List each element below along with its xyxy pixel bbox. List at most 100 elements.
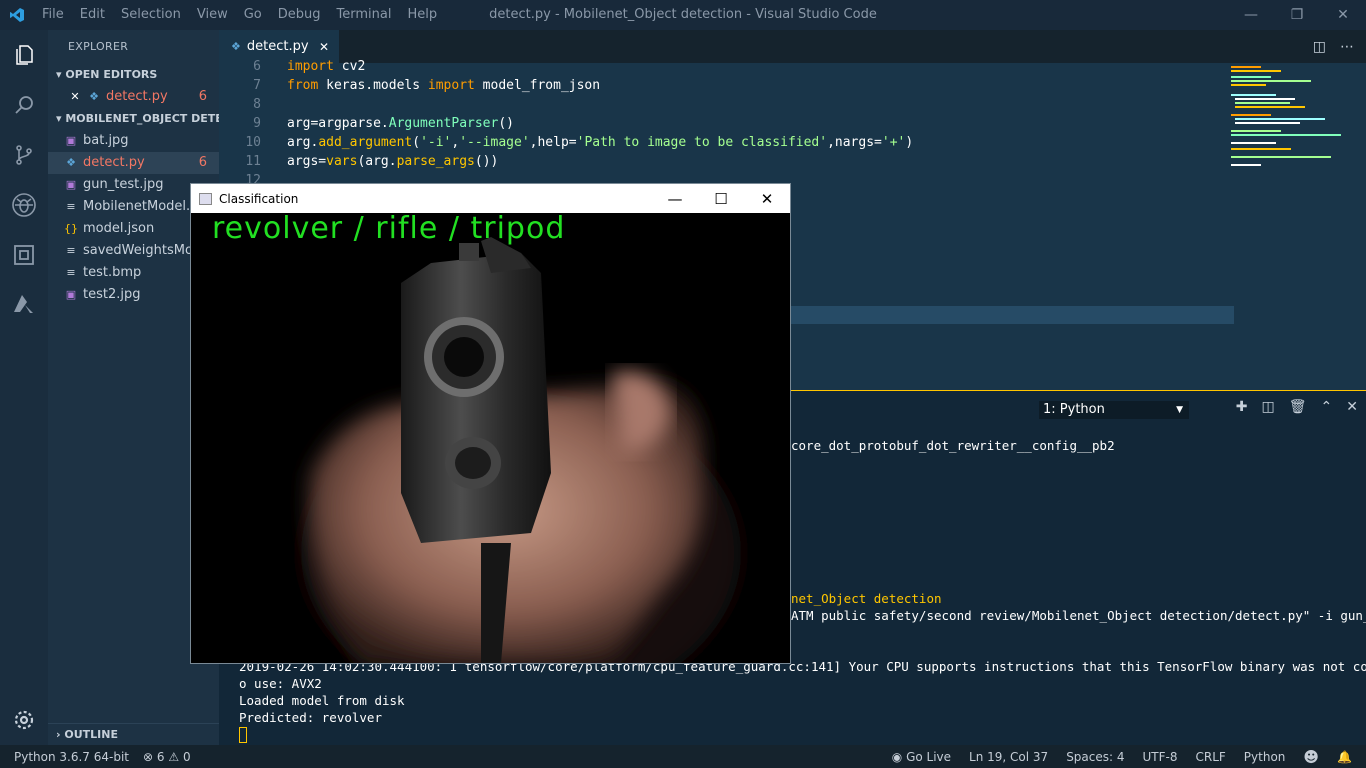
more-actions-icon[interactable]: ⋯ [1340,39,1354,55]
menu-debug[interactable]: Debug [270,0,329,30]
json-icon: {} [64,222,78,235]
terminal-cursor [239,727,247,743]
code-line: arg.add_argument('-i','--image',help='Pa… [287,135,914,150]
menu-help[interactable]: Help [399,0,445,30]
menu-selection[interactable]: Selection [113,0,189,30]
code-line: import cv2 [287,59,366,74]
outline-label: OUTLINE [64,728,118,741]
broadcast-icon: ◉ [891,749,903,764]
menu-terminal[interactable]: Terminal [329,0,400,30]
classification-window: Classification — ☐ ✕ revolver / rifle / … [190,183,791,664]
minimize-button[interactable]: — [1228,0,1274,30]
error-count: 6 [156,749,165,764]
code-line: arg=argparse.ArgumentParser() [287,116,514,131]
open-editors-section[interactable]: ▾ OPEN EDITORS [48,64,219,86]
chevron-down-icon: ▼ [1176,405,1183,415]
line-number: 6 [253,59,261,74]
file-label: test2.jpg [83,287,141,302]
go-live-label: Go Live [906,749,952,764]
source-control-icon[interactable] [0,130,48,180]
line-number: 7 [253,78,261,93]
problems-indicator[interactable]: ⊗ 6 ⚠ 0 [143,750,191,764]
classification-titlebar: Classification — ☐ ✕ [191,184,790,213]
prediction-label: revolver / rifle / tripod [212,213,566,246]
window-app-icon [199,192,212,205]
line-ending[interactable]: CRLF [1195,750,1225,764]
chevron-up-icon[interactable]: ⌃ [1321,399,1333,415]
terminal-line: o use: AVX2 [239,676,322,691]
file-icon: ≡ [66,266,76,279]
dialog-minimize-button[interactable]: — [652,184,698,213]
warning-count: 0 [182,749,191,764]
python-icon: ❖ [89,90,99,103]
dialog-close-button[interactable]: ✕ [744,184,790,213]
close-window-button[interactable]: ✕ [1320,0,1366,30]
file-item-selected[interactable]: ❖ detect.py 6 [48,152,219,174]
file-icon: ≡ [66,200,76,213]
close-tab-icon[interactable]: ✕ [319,40,329,54]
terminal-selector[interactable]: 1: Python ▼ [1039,401,1189,419]
minimap[interactable] [1229,64,1359,184]
debug-icon[interactable] [0,180,48,230]
activity-bar [0,30,48,745]
close-panel-icon[interactable]: ✕ [1346,399,1358,415]
close-icon[interactable]: ✕ [68,86,82,108]
cursor-position[interactable]: Ln 19, Col 37 [969,750,1048,764]
trash-icon[interactable]: 🗑 [1289,399,1307,415]
error-icon: ⊗ [143,749,154,764]
outline-section[interactable]: › OUTLINE [48,723,219,745]
terminal-selector-label: 1: Python [1043,402,1105,417]
python-icon: ❖ [231,40,241,53]
warning-icon: ⚠ [168,749,180,764]
restore-button[interactable]: ❐ [1274,0,1320,30]
file-label: bat.jpg [83,133,129,148]
classified-image: revolver / rifle / tripod [191,213,790,663]
problem-count: 6 [198,155,207,170]
search-icon[interactable] [0,80,48,130]
file-item[interactable]: ▣ bat.jpg [48,130,219,152]
open-editor-item[interactable]: ✕ ❖ detect.py 6 [48,86,219,108]
python-icon: ❖ [66,156,76,169]
menu-file[interactable]: File [34,0,72,30]
language-mode[interactable]: Python [1244,750,1286,764]
line-number: 10 [245,135,261,150]
line-number: 9 [253,116,261,131]
terminal-line: Predicted: revolver [239,710,382,725]
go-live-button[interactable]: ◉ Go Live [892,750,951,764]
file-icon: ≡ [66,244,76,257]
file-label: MobilenetModel.h [83,199,199,214]
title-bar: File Edit Selection View Go Debug Termin… [0,0,1366,30]
python-interpreter[interactable]: Python 3.6.7 64-bit [14,750,129,764]
file-label: test.bmp [83,265,142,280]
terminal-line: net_Object detection [791,591,942,606]
file-label: detect.py [83,155,145,170]
settings-icon[interactable] [0,695,48,745]
problem-count: 6 [198,89,207,104]
dialog-maximize-button[interactable]: ☐ [698,184,744,213]
menu-edit[interactable]: Edit [72,0,113,30]
indentation[interactable]: Spaces: 4 [1066,750,1124,764]
open-editors-label: OPEN EDITORS [65,68,158,81]
feedback-smiley-icon[interactable]: ☻ [1303,748,1319,766]
notifications-bell-icon[interactable]: 🔔 [1337,750,1352,764]
image-icon: ▣ [65,178,77,191]
editor-tabs: ❖ detect.py ✕ [219,30,1366,63]
file-label: gun_test.jpg [83,177,164,192]
extensions-icon[interactable] [0,230,48,280]
explorer-icon[interactable] [0,30,48,80]
image-icon: ▣ [65,134,77,147]
encoding[interactable]: UTF-8 [1143,750,1178,764]
project-label: MOBILENET_OBJECT DETE... [65,112,219,125]
split-editor-icon[interactable]: ◫ [1313,39,1326,55]
handgun-photo [191,213,790,663]
menu-go[interactable]: Go [236,0,270,30]
add-terminal-icon[interactable]: ✚ [1236,399,1248,415]
menu-view[interactable]: View [189,0,236,30]
current-line-highlight [789,306,1234,324]
code-line: from keras.models import model_from_json [287,78,601,93]
open-editor-label: detect.py [106,89,168,104]
split-terminal-icon[interactable]: ◫ [1262,399,1275,415]
image-icon: ▣ [65,288,77,301]
project-section[interactable]: ▾ MOBILENET_OBJECT DETE... [48,108,219,130]
azure-icon[interactable] [0,280,48,330]
